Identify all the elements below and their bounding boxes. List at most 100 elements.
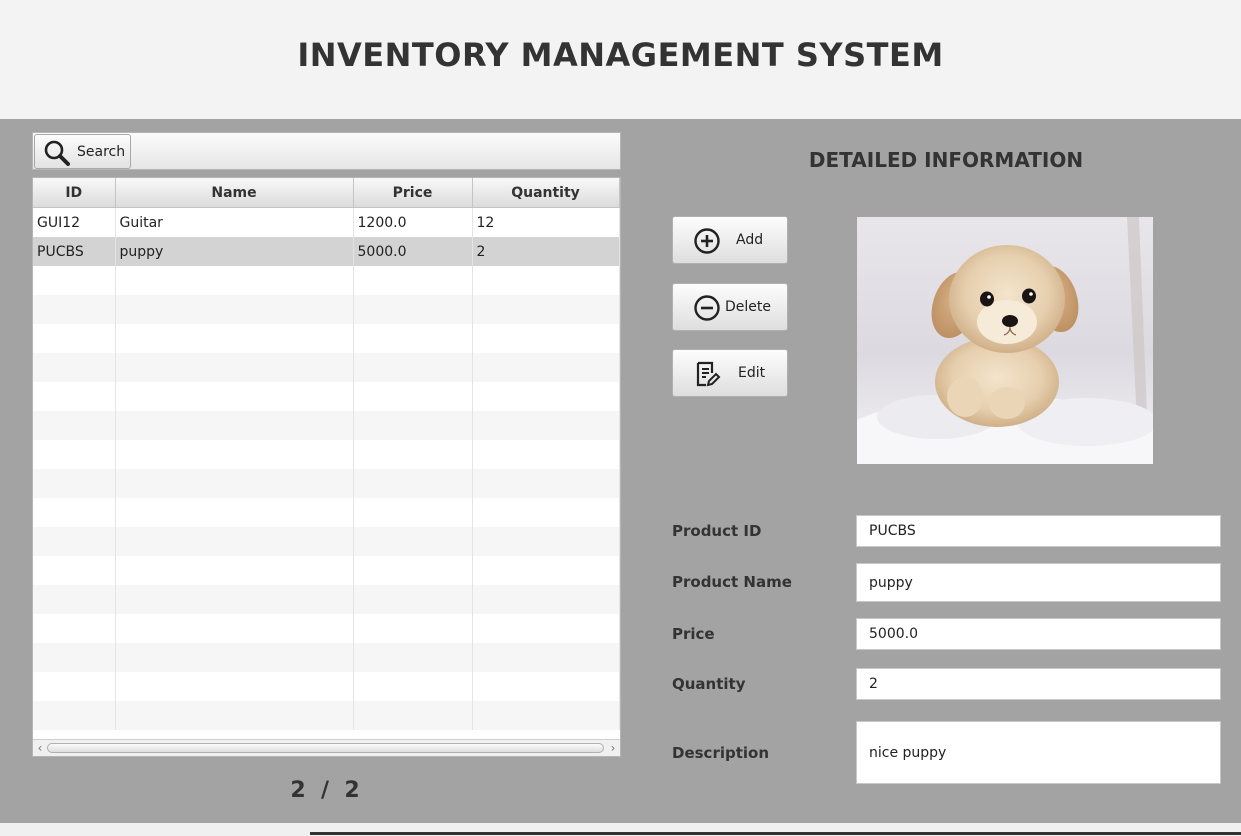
cell-price bbox=[353, 672, 473, 701]
cell-quantity bbox=[472, 556, 620, 585]
search-icon bbox=[44, 140, 70, 166]
edit-button[interactable]: Edit bbox=[672, 349, 788, 397]
cell-name[interactable]: Guitar bbox=[115, 207, 354, 237]
search-button[interactable]: Search bbox=[34, 134, 131, 169]
inventory-table: ID Name Price Quantity GUI12 Guitar 1200.0… bbox=[32, 177, 621, 757]
table-row-empty bbox=[33, 266, 620, 295]
cell-name bbox=[115, 614, 354, 643]
cell-id bbox=[33, 324, 116, 353]
add-button[interactable]: Add bbox=[672, 216, 788, 264]
cell-name[interactable]: puppy bbox=[115, 237, 354, 266]
scroll-right-icon[interactable]: › bbox=[607, 740, 619, 756]
edit-button-label: Edit bbox=[738, 365, 766, 381]
scrollbar-thumb[interactable] bbox=[47, 743, 604, 753]
product-id-label: Product ID bbox=[672, 522, 762, 540]
cell-id bbox=[33, 498, 116, 527]
cell-quantity[interactable]: 12 bbox=[472, 207, 620, 237]
quantity-field[interactable] bbox=[856, 668, 1221, 700]
cell-price[interactable]: 1200.0 bbox=[353, 207, 473, 237]
cell-price bbox=[353, 353, 473, 382]
price-field[interactable] bbox=[856, 618, 1221, 650]
table-row-empty bbox=[33, 324, 620, 353]
table-row[interactable]: PUCBS puppy 5000.0 2 bbox=[33, 237, 620, 266]
scroll-left-icon[interactable]: ‹ bbox=[34, 740, 46, 756]
cell-name bbox=[115, 295, 354, 324]
table-row-empty bbox=[33, 701, 620, 730]
column-header-name[interactable]: Name bbox=[115, 178, 354, 208]
cell-id bbox=[33, 353, 116, 382]
cell-quantity bbox=[472, 295, 620, 324]
cell-price bbox=[353, 411, 473, 440]
cell-id bbox=[33, 701, 116, 730]
cell-quantity bbox=[472, 440, 620, 469]
cell-id bbox=[33, 440, 116, 469]
cell-quantity[interactable]: 2 bbox=[472, 237, 620, 266]
cell-quantity bbox=[472, 324, 620, 353]
table-row-empty bbox=[33, 469, 620, 498]
cell-id bbox=[33, 382, 116, 411]
cell-name bbox=[115, 266, 354, 295]
delete-button-label: Delete bbox=[725, 299, 771, 315]
cell-id bbox=[33, 411, 116, 440]
table-row-empty bbox=[33, 643, 620, 672]
detail-title: DETAILED INFORMATION bbox=[808, 148, 1084, 172]
table-row[interactable]: GUI12 Guitar 1200.0 12 bbox=[33, 207, 620, 237]
column-header-price[interactable]: Price bbox=[353, 178, 473, 208]
cell-name bbox=[115, 411, 354, 440]
product-image bbox=[857, 217, 1153, 464]
cell-id[interactable]: GUI12 bbox=[33, 207, 116, 237]
cell-id bbox=[33, 672, 116, 701]
column-header-id[interactable]: ID bbox=[33, 178, 116, 208]
cell-name bbox=[115, 556, 354, 585]
product-name-field[interactable] bbox=[856, 563, 1221, 602]
cell-quantity bbox=[472, 643, 620, 672]
table-row-empty bbox=[33, 672, 620, 701]
cell-quantity bbox=[472, 614, 620, 643]
table-toolbar: Search bbox=[32, 132, 621, 170]
cell-price bbox=[353, 585, 473, 614]
cell-quantity bbox=[472, 382, 620, 411]
cell-price bbox=[353, 643, 473, 672]
cell-quantity bbox=[472, 672, 620, 701]
product-id-field[interactable] bbox=[856, 515, 1221, 547]
cell-price[interactable]: 5000.0 bbox=[353, 237, 473, 266]
cell-price bbox=[353, 469, 473, 498]
cell-quantity bbox=[472, 353, 620, 382]
cell-id bbox=[33, 614, 116, 643]
table-row-empty bbox=[33, 614, 620, 643]
cell-quantity bbox=[472, 266, 620, 295]
cell-name bbox=[115, 672, 354, 701]
app-header: INVENTORY MANAGEMENT SYSTEM bbox=[0, 0, 1241, 119]
cell-id bbox=[33, 585, 116, 614]
app-title: INVENTORY MANAGEMENT SYSTEM bbox=[297, 36, 944, 74]
cell-id bbox=[33, 527, 116, 556]
cell-price bbox=[353, 498, 473, 527]
edit-document-icon bbox=[696, 361, 721, 387]
cell-id bbox=[33, 643, 116, 672]
description-field[interactable] bbox=[856, 721, 1221, 784]
description-label: Description bbox=[672, 744, 770, 762]
cell-id[interactable]: PUCBS bbox=[33, 237, 116, 266]
delete-button[interactable]: Delete bbox=[672, 283, 788, 331]
table-row-empty bbox=[33, 440, 620, 469]
horizontal-scrollbar[interactable]: ‹ › bbox=[33, 739, 620, 756]
cell-name bbox=[115, 585, 354, 614]
table-row-empty bbox=[33, 411, 620, 440]
quantity-label: Quantity bbox=[672, 675, 746, 693]
cell-price bbox=[353, 556, 473, 585]
table-row-empty bbox=[33, 527, 620, 556]
table-row-empty bbox=[33, 556, 620, 585]
plus-circle-icon bbox=[694, 228, 720, 254]
cell-quantity bbox=[472, 411, 620, 440]
cell-name bbox=[115, 382, 354, 411]
cell-price bbox=[353, 382, 473, 411]
cell-id bbox=[33, 295, 116, 324]
product-name-label: Product Name bbox=[672, 573, 792, 591]
cell-name bbox=[115, 469, 354, 498]
add-button-label: Add bbox=[736, 232, 764, 248]
cell-id bbox=[33, 266, 116, 295]
cell-name bbox=[115, 701, 354, 730]
table-row-empty bbox=[33, 498, 620, 527]
cell-price bbox=[353, 440, 473, 469]
column-header-quantity[interactable]: Quantity bbox=[472, 178, 620, 208]
